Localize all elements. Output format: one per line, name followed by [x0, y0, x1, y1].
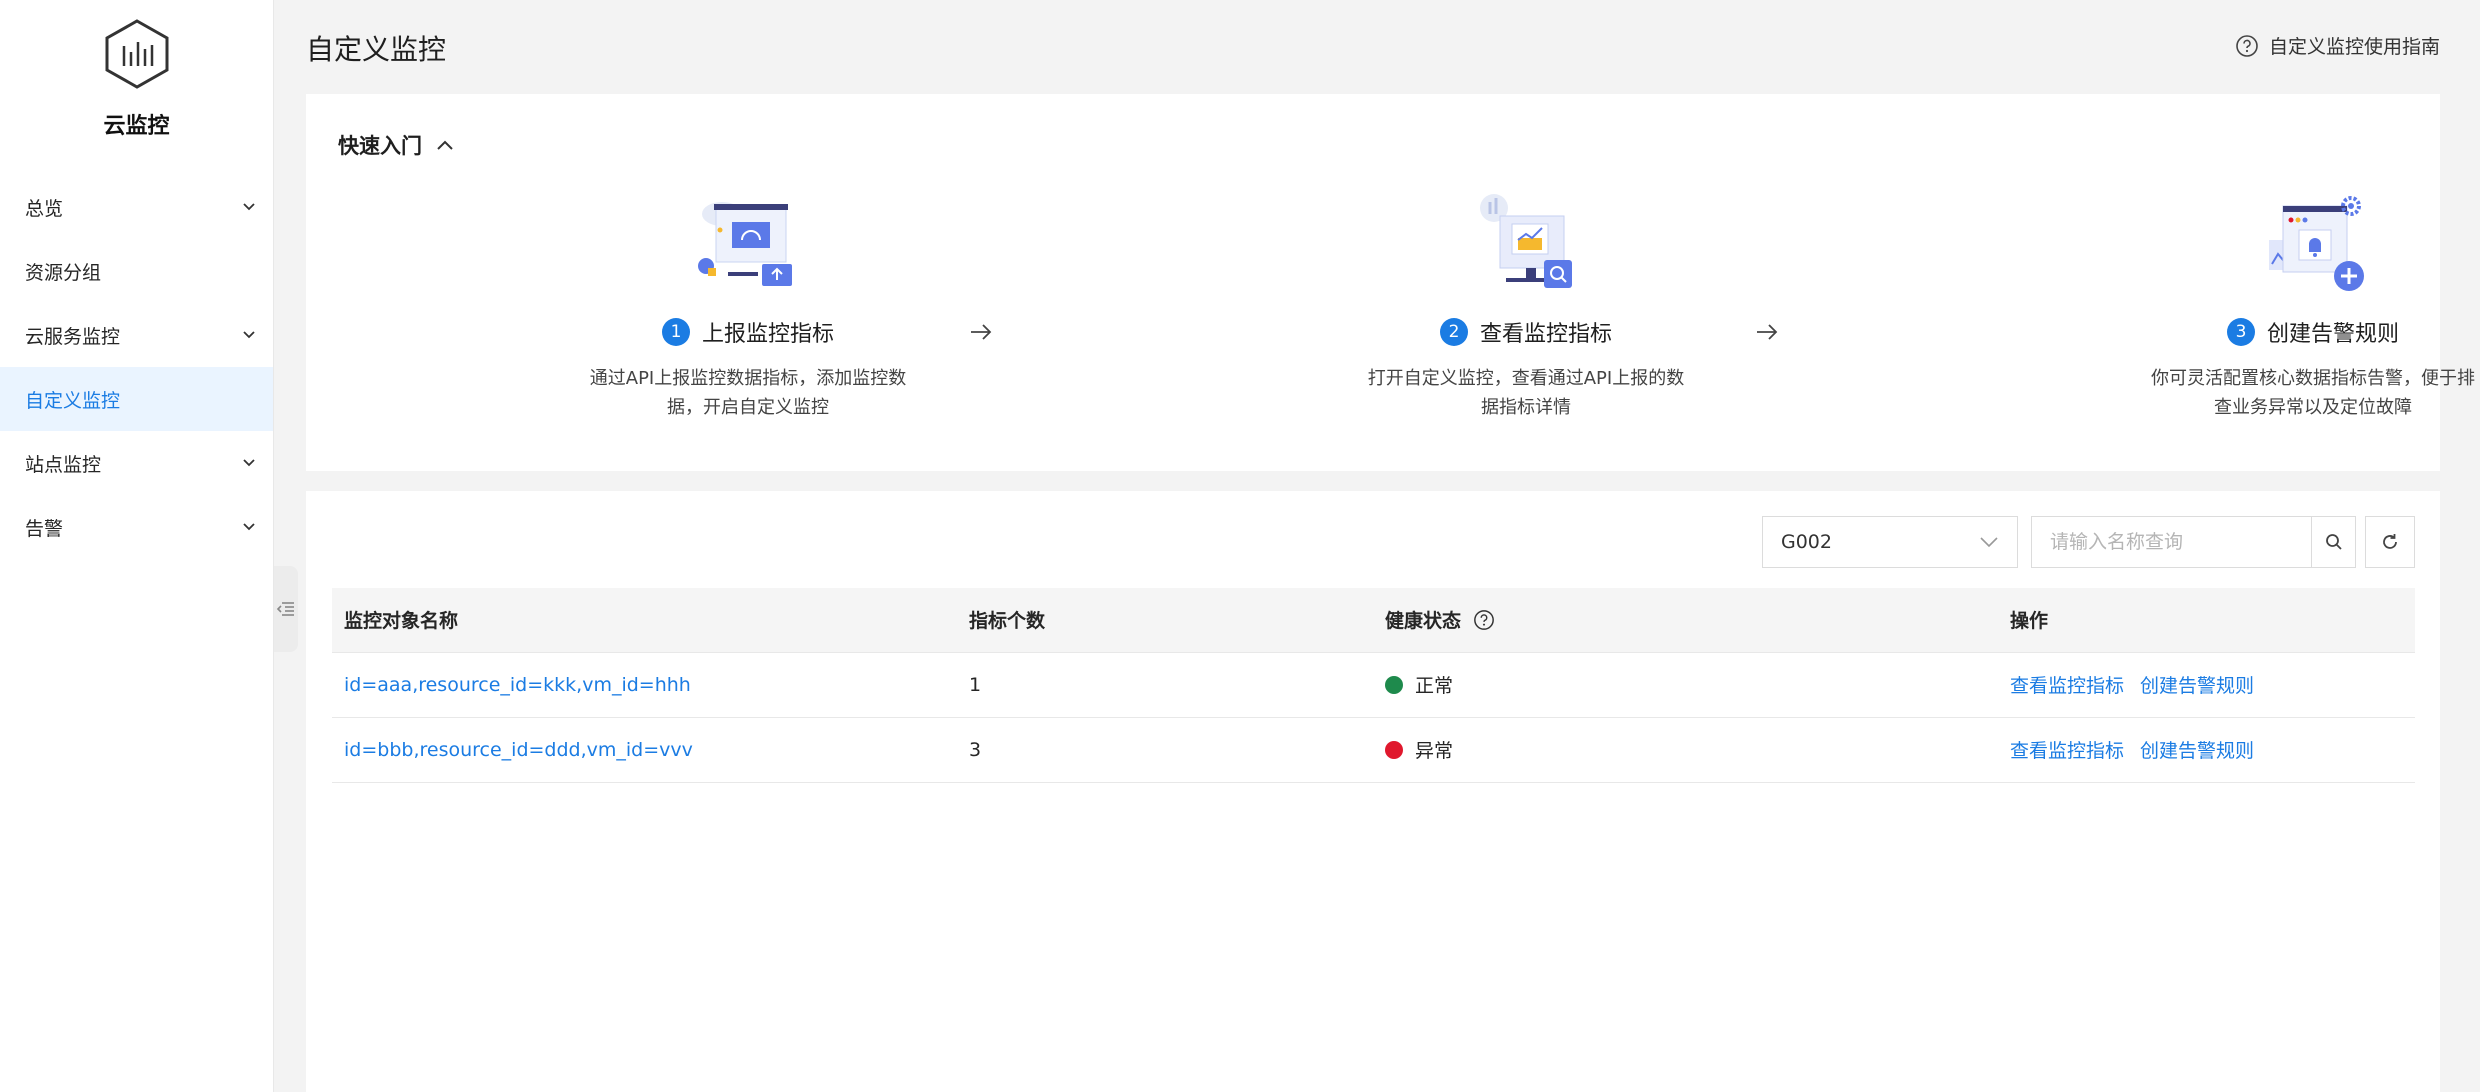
create-alert-rule-link[interactable]: 创建告警规则 — [2140, 736, 2254, 763]
sidebar-item-5[interactable]: 告警 — [0, 495, 273, 559]
column-header-name: 监控对象名称 — [332, 588, 957, 653]
search-input[interactable] — [2032, 517, 2311, 567]
search-icon — [2325, 534, 2342, 550]
cell-status: 正常 — [1373, 652, 1998, 718]
view-metrics-link[interactable]: 查看监控指标 — [2010, 671, 2124, 698]
cell-count: 1 — [957, 652, 1373, 718]
sidebar-item-label: 自定义监控 — [25, 389, 121, 412]
chevron-down-icon — [243, 523, 255, 531]
collapse-menu-icon — [276, 602, 294, 616]
search-box — [2031, 516, 2356, 568]
column-header-status: 健康状态 — [1373, 588, 1998, 653]
sidebar: 云监控 总览资源分组云服务监控自定义监控站点监控告警 — [0, 0, 274, 1092]
chevron-down-icon — [243, 331, 255, 339]
quick-start-step-3: 3 创建告警规则 你可灵活配置核心数据指标告警，便于排查业务异常以及定位故障 — [2123, 192, 2480, 422]
column-header-count: 指标个数 — [957, 588, 1373, 653]
monitor-objects-table: 监控对象名称 指标个数 健康状态 操作 id=aaa,resource_id=k… — [332, 588, 2415, 783]
status-label: 异常 — [1415, 740, 1454, 762]
upload-metrics-illustration — [698, 202, 792, 286]
monitor-objects-card: G002 监控对象名称 指标个数 健康状态 — [306, 491, 2440, 1092]
chevron-down-icon — [243, 203, 255, 211]
quick-start-title: 快速入门 — [338, 134, 422, 158]
cell-name: id=aaa,resource_id=kkk,vm_id=hhh — [332, 652, 957, 718]
cell-name: id=bbb,resource_id=ddd,vm_id=vvv — [332, 717, 957, 783]
chevron-down-icon — [1980, 537, 1998, 548]
sidebar-item-4[interactable]: 站点监控 — [0, 431, 273, 495]
help-circle-icon[interactable] — [1473, 609, 1495, 631]
sidebar-item-0[interactable]: 总览 — [0, 175, 273, 239]
cell-actions: 查看监控指标 创建告警规则 — [1998, 717, 2415, 783]
view-metrics-link[interactable]: 查看监控指标 — [2010, 736, 2124, 763]
step-2-heading: 2 查看监控指标 — [1336, 316, 1716, 348]
monitor-object-link[interactable]: id=aaa,resource_id=kkk,vm_id=hhh — [344, 674, 691, 696]
quick-start-step-2: 2 查看监控指标 打开自定义监控，查看通过API上报的数据指标详情 — [1336, 192, 1716, 422]
status-label: 正常 — [1415, 675, 1454, 697]
step-1-heading: 1 上报监控指标 — [558, 316, 938, 348]
logo-area: 云监控 — [0, 0, 273, 175]
arrow-right-icon — [971, 324, 992, 340]
cell-actions: 查看监控指标 创建告警规则 — [1998, 652, 2415, 718]
table-body: id=aaa,resource_id=kkk,vm_id=hhh 1 正常 查看监控指… — [332, 652, 2415, 783]
cell-count: 3 — [957, 717, 1373, 783]
step-title: 查看监控指标 — [1479, 322, 1612, 347]
search-button[interactable] — [2311, 517, 2355, 567]
status-dot — [1385, 675, 1403, 694]
sidebar-item-2[interactable]: 云服务监控 — [0, 303, 273, 367]
step-description: 你可灵活配置核心数据指标告警，便于排查业务异常以及定位故障 — [2151, 368, 2475, 418]
usage-guide-label: 自定义监控使用指南 — [2268, 36, 2440, 58]
sidebar-nav: 总览资源分组云服务监控自定义监控站点监控告警 — [0, 175, 273, 559]
help-circle-icon — [2236, 34, 2258, 57]
usage-guide-link[interactable]: 自定义监控使用指南 — [2235, 32, 2440, 59]
view-metrics-illustration — [1480, 194, 1572, 288]
sidebar-collapse-button[interactable] — [274, 566, 298, 652]
status-dot — [1385, 740, 1403, 759]
create-alert-illustration — [2269, 196, 2364, 291]
step-3-heading: 3 创建告警规则 — [2123, 316, 2480, 348]
step-description: 打开自定义监控，查看通过API上报的数据指标详情 — [1367, 368, 1685, 418]
quick-start-card: 快速入门 1 上报监控指标 通过API上报监控数据指标，添加监控数据，开启自定义… — [306, 94, 2475, 471]
sidebar-item-3[interactable]: 自定义监控 — [0, 367, 273, 431]
step-number: 2 — [1439, 318, 1468, 346]
refresh-button[interactable] — [2365, 516, 2415, 568]
arrow-right-icon — [1757, 324, 1778, 340]
step-title: 创建告警规则 — [2266, 322, 2399, 347]
app-name: 云监控 — [103, 114, 170, 139]
quick-start-step-1: 1 上报监控指标 通过API上报监控数据指标，添加监控数据，开启自定义监控 — [558, 192, 938, 422]
refresh-icon — [2383, 534, 2397, 549]
step-number: 3 — [2226, 318, 2255, 346]
monitor-object-link[interactable]: id=bbb,resource_id=ddd,vm_id=vvv — [344, 739, 693, 761]
sidebar-item-label: 资源分组 — [25, 261, 102, 284]
group-select-value: G002 — [1781, 531, 1832, 553]
cloud-monitor-logo-icon — [105, 19, 168, 89]
column-header-actions: 操作 — [1998, 588, 2415, 653]
sidebar-item-1[interactable]: 资源分组 — [0, 239, 273, 303]
quick-start-toggle[interactable]: 快速入门 — [338, 130, 454, 160]
table-row: id=bbb,resource_id=ddd,vm_id=vvv 3 异常 查看监控指… — [332, 717, 2415, 783]
step-title: 上报监控指标 — [701, 322, 834, 347]
sidebar-item-label: 站点监控 — [25, 453, 102, 476]
group-select[interactable]: G002 — [1762, 516, 2018, 568]
create-alert-rule-link[interactable]: 创建告警规则 — [2140, 671, 2254, 698]
cell-status: 异常 — [1373, 717, 1998, 783]
step-number: 1 — [661, 318, 690, 346]
sidebar-item-label: 告警 — [25, 517, 64, 540]
step-description: 通过API上报监控数据指标，添加监控数据，开启自定义监控 — [589, 368, 907, 418]
page-title: 自定义监控 — [306, 33, 447, 66]
table-row: id=aaa,resource_id=kkk,vm_id=hhh 1 正常 查看监控指… — [332, 652, 2415, 718]
table-header-row: 监控对象名称 指标个数 健康状态 操作 — [332, 588, 2415, 653]
sidebar-item-label: 云服务监控 — [25, 325, 121, 348]
sidebar-item-label: 总览 — [25, 197, 64, 220]
column-header-status-label: 健康状态 — [1385, 610, 1462, 633]
chevron-down-icon — [243, 459, 255, 467]
chevron-up-icon — [437, 140, 453, 150]
